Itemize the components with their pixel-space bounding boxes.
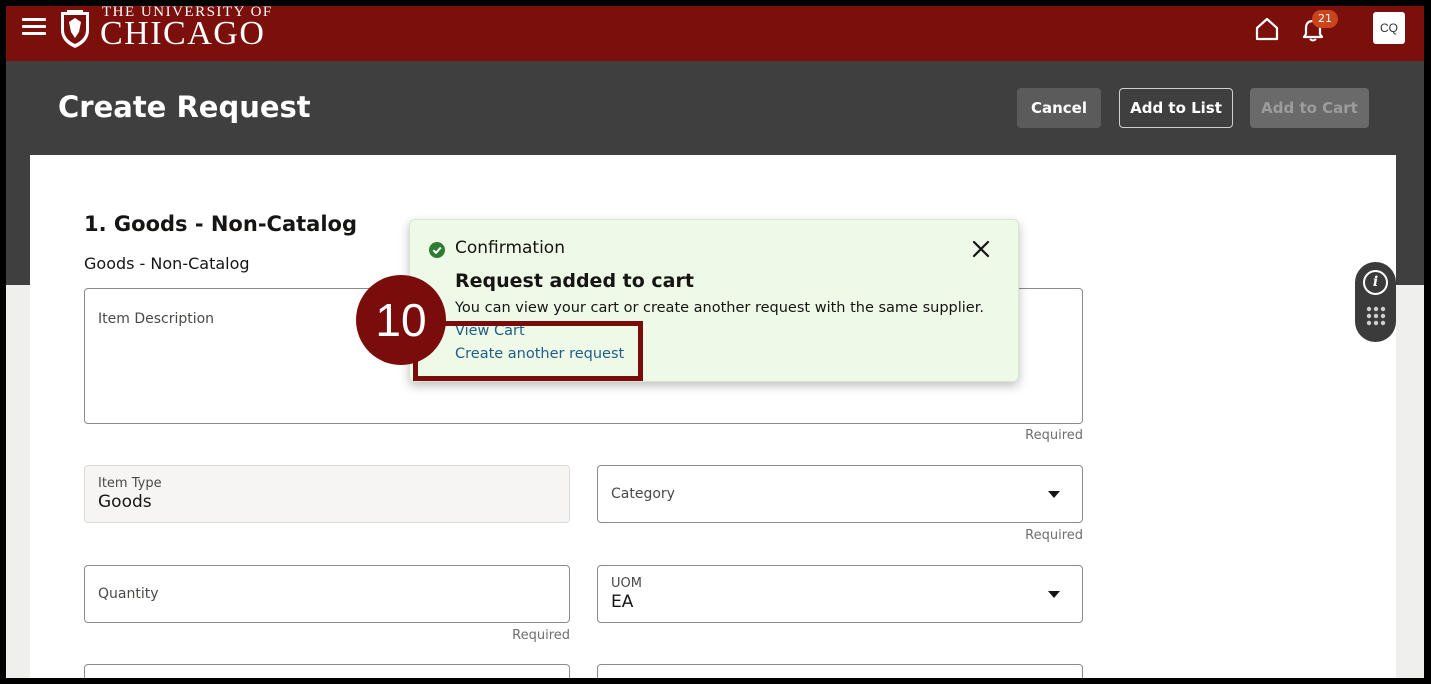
item-type-field: Item Type Goods [84, 465, 570, 523]
info-icon[interactable]: i [1363, 270, 1388, 295]
chevron-down-icon[interactable] [1048, 491, 1060, 498]
item-type-label: Item Type [98, 476, 162, 491]
side-tools-pill: i [1355, 262, 1396, 342]
item-description-required: Required [1025, 428, 1083, 443]
cancel-button[interactable]: Cancel [1017, 88, 1101, 128]
university-crest-icon [61, 10, 89, 48]
category-label: Category [611, 486, 675, 502]
hamburger-menu-icon[interactable] [22, 18, 46, 38]
chevron-down-icon[interactable] [1048, 591, 1060, 598]
close-icon[interactable] [970, 238, 992, 260]
page-title: Create Request [58, 90, 311, 124]
tutorial-step-badge: 10 [356, 275, 446, 365]
category-select[interactable]: Category [597, 465, 1083, 523]
tutorial-highlight-box [413, 321, 643, 381]
notification-badge: 21 [1312, 10, 1338, 28]
category-required: Required [1025, 528, 1083, 543]
quantity-required: Required [512, 628, 570, 643]
quantity-field[interactable]: Quantity [84, 565, 570, 623]
home-icon[interactable] [1254, 16, 1280, 42]
next-field-left[interactable] [84, 664, 570, 678]
uom-select[interactable]: UOM EA [597, 565, 1083, 623]
toast-title: Request added to cart [455, 270, 694, 292]
check-circle-icon [429, 242, 445, 258]
top-brand-bar: THE UNIVERSITY OF CHICAGO 21 CQ [6, 6, 1424, 61]
item-type-value: Goods [98, 492, 152, 512]
toast-message: You can view your cart or create another… [455, 300, 984, 316]
app-window: THE UNIVERSITY OF CHICAGO 21 CQ Create R… [6, 6, 1424, 678]
item-description-label: Item Description [98, 311, 215, 327]
toast-heading: Confirmation [455, 238, 565, 258]
next-field-right[interactable] [597, 664, 1083, 678]
user-avatar[interactable]: CQ [1373, 12, 1405, 44]
section-subtitle: Goods - Non-Catalog [84, 254, 250, 273]
uom-value: EA [611, 592, 634, 612]
dots-grid-icon[interactable] [1365, 305, 1387, 327]
section-title: 1. Goods - Non-Catalog [84, 212, 357, 236]
add-to-cart-button[interactable]: Add to Cart [1250, 88, 1369, 128]
quantity-label: Quantity [98, 586, 159, 602]
logo-wordmark-main: CHICAGO [100, 15, 266, 52]
uom-label: UOM [611, 576, 642, 591]
add-to-list-button[interactable]: Add to List [1119, 88, 1233, 128]
